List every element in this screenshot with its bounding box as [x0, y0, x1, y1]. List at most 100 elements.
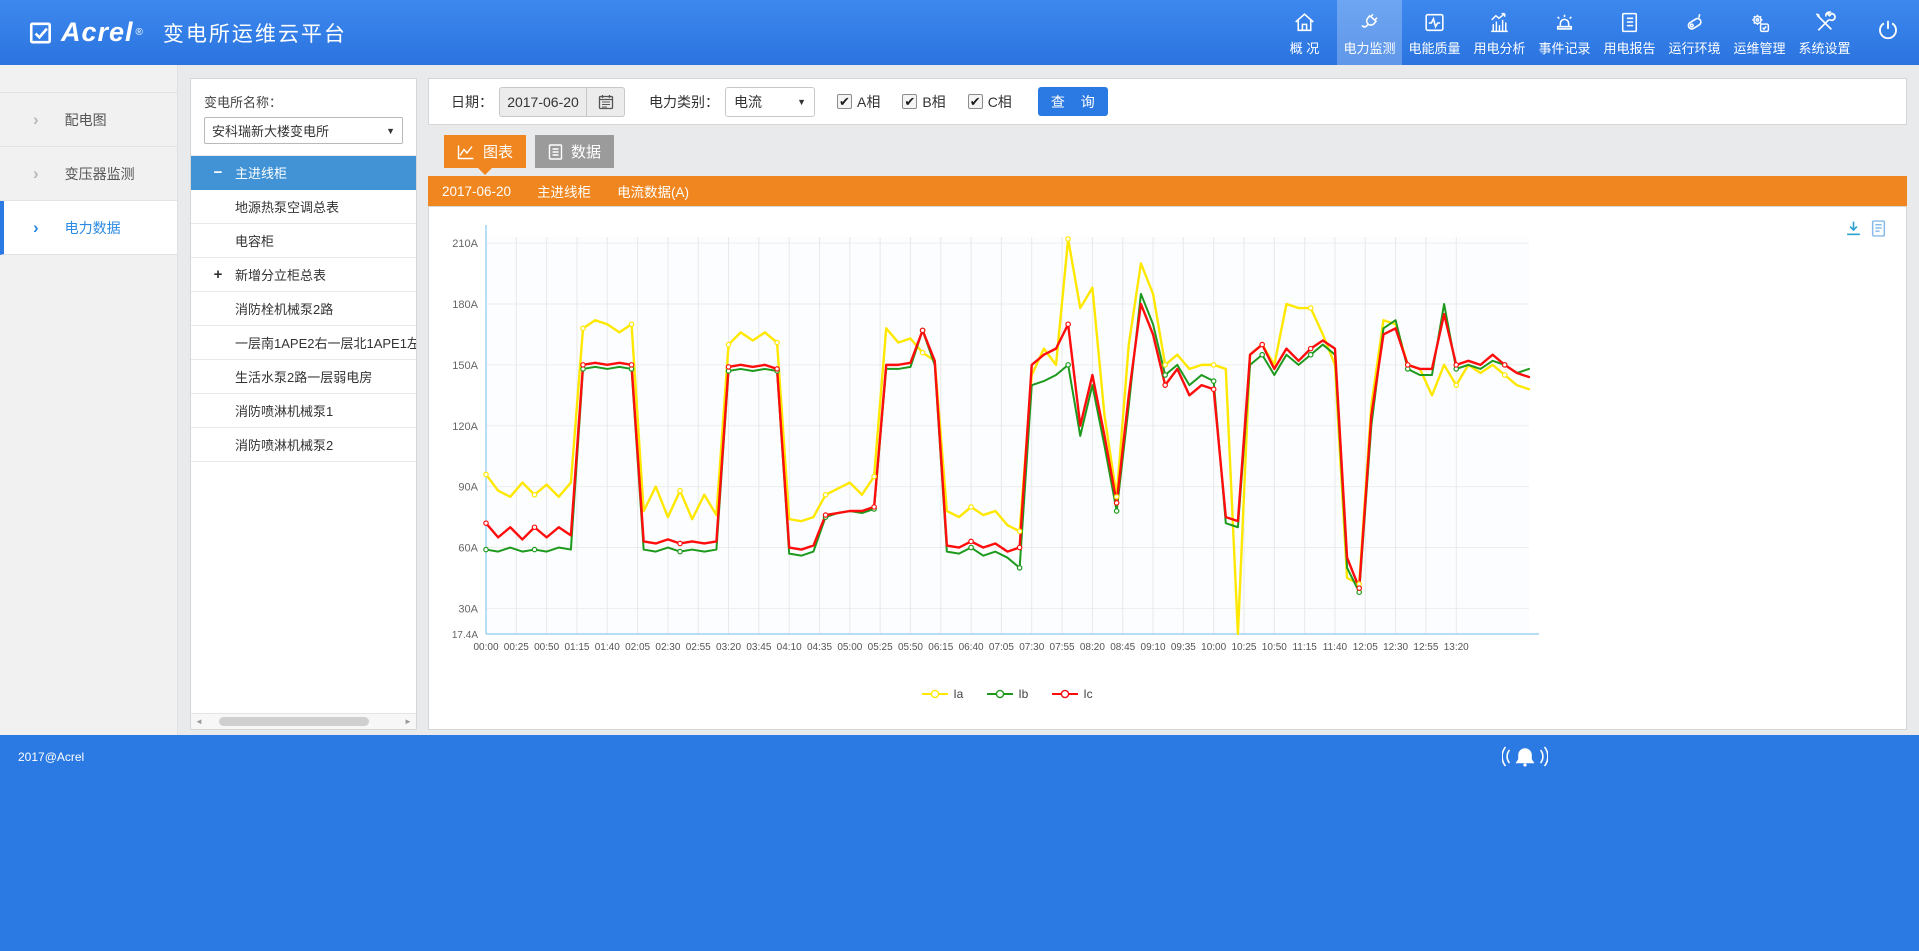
- phase-c-checkbox[interactable]: ✔ C相: [968, 92, 1012, 112]
- sidebar-item-transformer-monitoring[interactable]: › 变压器监测: [0, 147, 177, 201]
- chevron-right-icon: ›: [33, 164, 39, 184]
- tab-chart[interactable]: 图表: [444, 135, 526, 168]
- date-label: 日期：: [451, 92, 493, 112]
- tree-item-new-split-cabinet[interactable]: + 新增分立柜总表: [191, 258, 416, 292]
- svg-text:04:10: 04:10: [777, 642, 802, 653]
- environment-icon: [1682, 9, 1707, 35]
- nav-item-ops-management[interactable]: 运维管理: [1727, 0, 1792, 65]
- svg-text:00:50: 00:50: [534, 642, 559, 653]
- legend-item-ia[interactable]: Ia: [922, 687, 963, 701]
- chart-legend: Ia Ib Ic: [486, 687, 1529, 701]
- expand-icon[interactable]: +: [210, 266, 226, 283]
- phase-b-checkbox[interactable]: ✔ B相: [902, 92, 945, 112]
- acrel-logo-icon: [28, 20, 54, 46]
- line-chart-icon: [457, 144, 475, 160]
- legend-item-ic[interactable]: Ic: [1052, 687, 1092, 701]
- nav-item-usage-analysis[interactable]: 用电分析: [1467, 0, 1532, 65]
- nav-item-power-quality[interactable]: 电能质量: [1402, 0, 1467, 65]
- svg-text:01:15: 01:15: [564, 642, 589, 653]
- checkbox-checked-icon: ✔: [902, 94, 917, 109]
- top-nav: 概 况 电力监测 电能质量 用电分析 事件记录 用电报告: [1272, 0, 1919, 65]
- tree-item-sprinkler-pump-2[interactable]: 消防喷淋机械泵2: [191, 428, 416, 462]
- chart-title-date: 2017-06-20: [442, 184, 511, 199]
- svg-text:90A: 90A: [458, 482, 478, 494]
- svg-text:12:05: 12:05: [1353, 642, 1378, 653]
- scroll-right-icon[interactable]: ►: [400, 714, 416, 730]
- svg-text:05:50: 05:50: [898, 642, 923, 653]
- tree-item-floor1-ape[interactable]: 一层南1APE2右一层北1APE1左: [191, 326, 416, 360]
- sidebar-item-power-data[interactable]: › 电力数据: [0, 201, 177, 255]
- calendar-button[interactable]: [587, 87, 625, 117]
- svg-text:07:30: 07:30: [1019, 642, 1044, 653]
- sidebar-item-distribution-diagram[interactable]: › 配电图: [0, 93, 177, 147]
- svg-text:07:05: 07:05: [989, 642, 1014, 653]
- caret-down-icon: ▼: [386, 126, 395, 136]
- scroll-left-icon[interactable]: ◄: [191, 714, 207, 730]
- tree-item-fire-hydrant-pump[interactable]: 消防栓机械泵2路: [191, 292, 416, 326]
- data-view-icon[interactable]: [1871, 220, 1886, 237]
- svg-text:10:25: 10:25: [1231, 642, 1256, 653]
- legend-item-ib[interactable]: Ib: [987, 687, 1028, 701]
- station-select[interactable]: 安科瑞新大楼变电所 ▼: [204, 117, 403, 144]
- chart-panel: 30A60A90A120A150A180A210A00:0000:2500:50…: [428, 206, 1907, 730]
- current-line-chart: 30A60A90A120A150A180A210A00:0000:2500:50…: [429, 207, 1906, 729]
- svg-text:00:00: 00:00: [473, 642, 498, 653]
- svg-text:13:20: 13:20: [1444, 642, 1469, 653]
- tree-item-sprinkler-pump-1[interactable]: 消防喷淋机械泵1: [191, 394, 416, 428]
- power-icon: [1875, 17, 1901, 48]
- horizontal-scrollbar[interactable]: ◄ ►: [191, 713, 416, 729]
- date-input[interactable]: [499, 87, 587, 117]
- svg-text:05:25: 05:25: [868, 642, 893, 653]
- legend-line-circle-icon: [1052, 689, 1078, 699]
- device-tree: − 主进线柜 地源热泵空调总表 电容柜 + 新增分立柜总表 消防栓机械泵2路 一…: [191, 155, 416, 462]
- top-navbar: Acrel® 变电所运维云平台 概 况 电力监测 电能质量 用电分析 事: [0, 0, 1919, 65]
- legend-line-circle-icon: [987, 689, 1013, 699]
- nav-item-overview[interactable]: 概 况: [1272, 0, 1337, 65]
- tools-icon: [1812, 9, 1837, 35]
- phase-a-checkbox[interactable]: ✔ A相: [837, 92, 880, 112]
- svg-text:02:55: 02:55: [686, 642, 711, 653]
- tree-item-capacitor-cabinet[interactable]: 电容柜: [191, 224, 416, 258]
- nav-item-environment[interactable]: 运行环境: [1662, 0, 1727, 65]
- svg-text:06:40: 06:40: [959, 642, 984, 653]
- svg-text:180A: 180A: [452, 299, 478, 311]
- download-icon[interactable]: [1845, 220, 1862, 237]
- brand: Acrel® 变电所运维云平台: [0, 19, 347, 46]
- copyright-text: 2017@Acrel: [18, 750, 84, 764]
- station-panel: 变电所名称： 安科瑞新大楼变电所 ▼ − 主进线柜 地源热泵空调总表 电容柜 +…: [190, 78, 417, 730]
- svg-text:120A: 120A: [452, 421, 478, 433]
- scrollbar-track[interactable]: [207, 714, 400, 729]
- nav-item-power-monitoring[interactable]: 电力监测: [1337, 0, 1402, 65]
- sidebar-menu: › 配电图 › 变压器监测 › 电力数据: [0, 92, 177, 255]
- filter-bar: 日期： 电力类别： 电流 ▼ ✔ A相 ✔ B相 ✔ C相 查 询: [428, 78, 1907, 125]
- nav-item-usage-report[interactable]: 用电报告: [1597, 0, 1662, 65]
- collapse-icon[interactable]: −: [210, 164, 226, 181]
- svg-text:12:55: 12:55: [1413, 642, 1438, 653]
- caret-down-icon: ▼: [797, 97, 806, 107]
- svg-text:05:00: 05:00: [837, 642, 862, 653]
- bell-icon: [1502, 760, 1548, 777]
- power-logout-button[interactable]: [1857, 0, 1919, 65]
- scrollbar-thumb[interactable]: [219, 717, 369, 726]
- checkbox-checked-icon: ✔: [968, 94, 983, 109]
- page: Acrel® 变电所运维云平台 概 况 电力监测 电能质量 用电分析 事: [0, 0, 1919, 951]
- tree-item-water-pump[interactable]: 生活水泵2路一层弱电房: [191, 360, 416, 394]
- svg-text:06:15: 06:15: [928, 642, 953, 653]
- svg-text:60A: 60A: [458, 543, 478, 555]
- alarm-bell-button[interactable]: [1502, 741, 1548, 778]
- nav-item-system-settings[interactable]: 系统设置: [1792, 0, 1857, 65]
- svg-text:17.4A: 17.4A: [452, 630, 478, 641]
- svg-text:30A: 30A: [458, 603, 478, 615]
- tree-item-main-incoming-cabinet[interactable]: − 主进线柜: [191, 156, 416, 190]
- chart-toolbar: [1845, 220, 1886, 237]
- svg-text:10:50: 10:50: [1262, 642, 1287, 653]
- chevron-right-icon: ›: [33, 110, 39, 130]
- query-button[interactable]: 查 询: [1038, 87, 1108, 116]
- nav-item-event-log[interactable]: 事件记录: [1532, 0, 1597, 65]
- power-category-select[interactable]: 电流 ▼: [725, 87, 815, 117]
- svg-text:03:20: 03:20: [716, 642, 741, 653]
- tree-item-ground-source-heat-pump[interactable]: 地源热泵空调总表: [191, 190, 416, 224]
- report-icon: [1617, 9, 1642, 35]
- tab-data[interactable]: 数据: [535, 135, 614, 168]
- data-list-icon: [548, 144, 563, 160]
